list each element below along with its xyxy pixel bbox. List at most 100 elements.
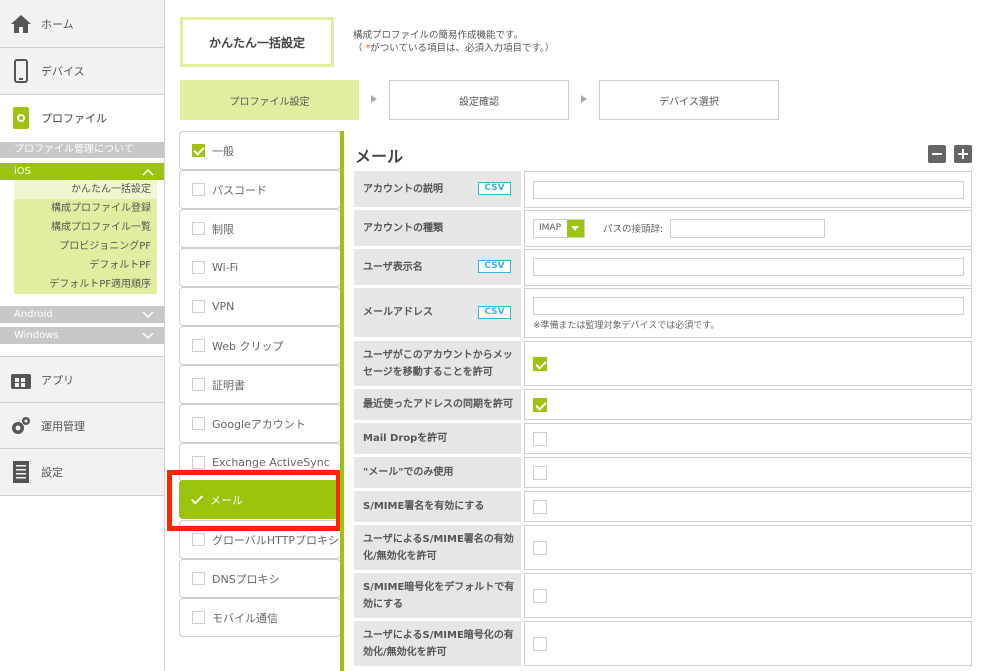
field-account-description xyxy=(524,171,972,208)
category-cellular[interactable]: モバイル通信 xyxy=(179,598,341,637)
recent-sync-checkbox[interactable] xyxy=(533,398,547,412)
label-allow-move: ユーザがこのアカウントからメッセージを移動することを許可 xyxy=(354,341,521,386)
ios-label: iOS xyxy=(14,166,31,177)
android-label: Android xyxy=(14,309,53,320)
step-arrow-icon xyxy=(581,95,587,103)
checkbox[interactable] xyxy=(192,533,205,546)
label-mail-only: "メール"でのみ使用 xyxy=(354,457,521,488)
nav-apps-label: アプリ xyxy=(41,373,74,387)
smime-enc-user-checkbox[interactable] xyxy=(533,637,547,651)
android-section-toggle[interactable]: Android xyxy=(0,306,164,323)
nav-ops-label: 運用管理 xyxy=(41,419,85,433)
field-smime-sign-user xyxy=(524,525,972,570)
nav-ops[interactable]: 運用管理 xyxy=(0,403,164,449)
gears-icon xyxy=(10,415,32,437)
ios-section-toggle[interactable]: iOS xyxy=(0,163,164,180)
category-general[interactable]: 一般 xyxy=(179,131,341,170)
ios-item-default-pf-order[interactable]: デフォルトPF適用順序 xyxy=(14,275,157,294)
user-display-name-input[interactable] xyxy=(533,258,964,276)
checkbox[interactable] xyxy=(192,222,205,235)
label-smime-enc-user: ユーザによるS/MIME暗号化の有効化/無効化を許可 xyxy=(354,621,521,666)
category-restrictions[interactable]: 制限 xyxy=(179,209,341,248)
smime-enc-default-checkbox[interactable] xyxy=(533,589,547,603)
description-line-1: 構成プロファイルの簡易作成機能です。 xyxy=(353,30,524,41)
field-email-address: ※準備または監理対象デバイスでは必須です。 xyxy=(524,288,972,338)
expand-plus-button[interactable] xyxy=(954,145,972,163)
mail-drop-checkbox[interactable] xyxy=(533,432,547,446)
nav-settings[interactable]: 設定 xyxy=(0,449,164,496)
category-dns-proxy[interactable]: DNSプロキシ xyxy=(179,559,341,598)
label-recent-sync: 最近使ったアドレスの同期を許可 xyxy=(354,389,521,420)
nav-profile[interactable]: プロファイル xyxy=(0,95,164,140)
checkbox[interactable] xyxy=(192,144,205,157)
sidebar: ホーム デバイス プロファイル プロファイル管理について iOS かんたん一括設… xyxy=(0,0,165,671)
nav-apps[interactable]: アプリ xyxy=(0,356,164,403)
checkbox[interactable] xyxy=(192,378,205,391)
category-web-clip[interactable]: Web クリップ xyxy=(179,326,341,365)
ios-item-profile-register[interactable]: 構成プロファイル登録 xyxy=(14,199,157,218)
email-note: ※準備または監理対象デバイスでは必須です。 xyxy=(533,321,720,331)
account-type-select[interactable]: IMAP xyxy=(533,219,585,238)
path-prefix-input[interactable] xyxy=(670,219,825,238)
windows-section-toggle[interactable]: Windows xyxy=(0,327,164,344)
checkbox[interactable] xyxy=(192,339,205,352)
ios-item-default-pf[interactable]: デフォルトPF xyxy=(14,256,157,275)
label-smime-sign: S/MIME署名を有効にする xyxy=(354,491,521,522)
label-mail-drop: Mail Dropを許可 xyxy=(354,423,521,454)
allow-move-checkbox[interactable] xyxy=(533,357,547,371)
step-device-select: デバイス選択 xyxy=(599,80,779,120)
nav-home[interactable]: ホーム xyxy=(0,0,164,48)
smime-sign-user-checkbox[interactable] xyxy=(533,541,547,555)
smime-sign-checkbox[interactable] xyxy=(533,500,547,514)
field-mail-only xyxy=(524,457,972,488)
field-mail-drop xyxy=(524,423,972,454)
ios-item-provisioning[interactable]: プロビジョニングPF xyxy=(14,237,157,256)
step-arrow-icon xyxy=(371,95,377,103)
nav-settings-label: 設定 xyxy=(41,466,63,479)
field-user-display-name xyxy=(524,249,972,286)
checkbox[interactable] xyxy=(192,300,205,313)
category-google-account[interactable]: Googleアカウント xyxy=(179,404,341,443)
checkbox[interactable] xyxy=(192,456,205,469)
field-allow-move xyxy=(524,341,972,386)
chevron-down-icon xyxy=(142,310,154,318)
category-vpn[interactable]: VPN xyxy=(179,287,341,326)
nav-home-label: ホーム xyxy=(41,17,74,31)
field-smime-enc-default xyxy=(524,573,972,618)
checkbox[interactable] xyxy=(192,611,205,624)
label-account-type: アカウントの種類 xyxy=(354,210,521,246)
panel-divider xyxy=(340,131,344,671)
smartphone-icon xyxy=(10,59,32,83)
category-wifi[interactable]: Wi-Fi xyxy=(179,248,341,287)
collapse-minus-button[interactable] xyxy=(928,145,946,163)
form-title: メール xyxy=(355,147,404,166)
checkbox[interactable] xyxy=(192,572,205,585)
email-address-input[interactable] xyxy=(533,297,964,315)
checkbox[interactable] xyxy=(192,417,205,430)
home-icon xyxy=(10,13,32,35)
page-description: 構成プロファイルの簡易作成機能です。 （ *がついている項目は、必須入力項目です… xyxy=(353,29,554,55)
path-prefix-label: パスの接頭辞: xyxy=(603,224,664,235)
csv-badge: CSV xyxy=(478,260,511,273)
checkbox[interactable] xyxy=(192,261,205,274)
document-icon xyxy=(10,461,32,483)
step-confirm: 設定確認 xyxy=(389,80,569,120)
label-smime-enc-default: S/MIME暗号化をデフォルトで有効にする xyxy=(354,573,521,618)
field-smime-enc-user xyxy=(524,621,972,666)
apps-icon xyxy=(10,369,32,391)
profile-about-link[interactable]: プロファイル管理について xyxy=(0,142,164,158)
ios-item-profile-list[interactable]: 構成プロファイル一覧 xyxy=(14,218,157,237)
nav-device[interactable]: デバイス xyxy=(0,48,164,95)
nav-device-label: デバイス xyxy=(41,65,85,78)
field-recent-sync xyxy=(524,389,972,420)
checkbox[interactable] xyxy=(192,183,205,196)
csv-badge: CSV xyxy=(478,182,511,195)
highlight-annotation xyxy=(167,470,341,531)
category-certificate[interactable]: 証明書 xyxy=(179,365,341,404)
ios-item-easy-setup[interactable]: かんたん一括設定 xyxy=(14,180,157,199)
field-smime-sign xyxy=(524,491,972,522)
label-account-description: アカウントの説明 CSV xyxy=(354,171,521,207)
account-description-input[interactable] xyxy=(533,181,964,199)
mail-only-checkbox[interactable] xyxy=(533,466,547,480)
category-passcode[interactable]: パスコード xyxy=(179,170,341,209)
